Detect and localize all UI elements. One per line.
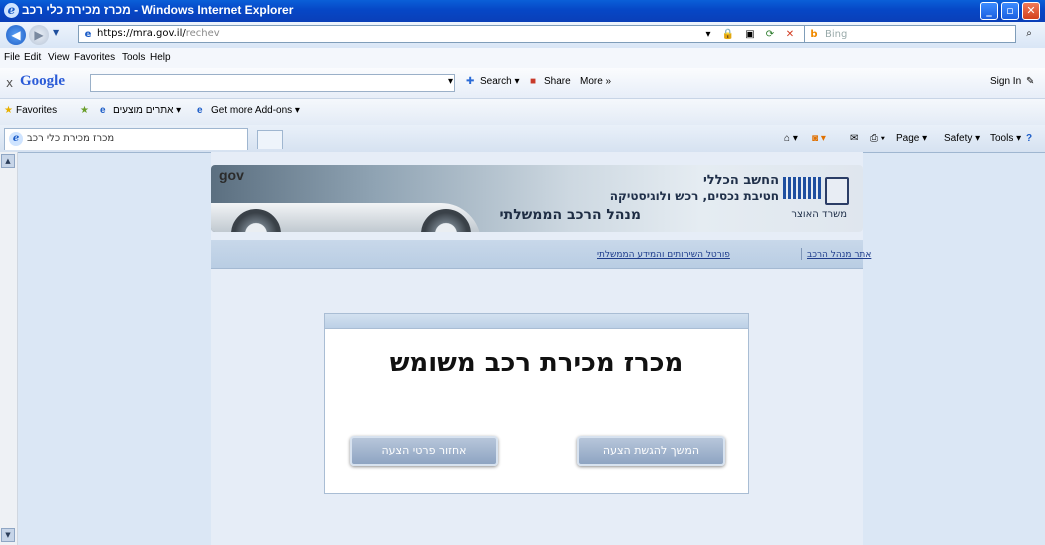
window-titlebar: e מכרז מכירת כלי רכב - Windows Internet … xyxy=(0,0,1045,22)
vehicle-admin-link[interactable]: אתר מנהל הרכב xyxy=(807,250,871,260)
page-icon: e xyxy=(84,29,92,40)
maximize-button[interactable]: ▫ xyxy=(1001,2,1019,20)
compatibility-icon[interactable]: ▣ xyxy=(743,28,757,42)
suggested-sites-link[interactable]: אתרים מוצעים ▾ xyxy=(113,105,181,116)
google-search-icon: ✚ xyxy=(466,76,475,87)
car-image xyxy=(211,189,481,232)
banner-line1: החשב הכללי xyxy=(702,173,779,188)
google-dropdown-icon[interactable]: ▾ xyxy=(448,76,453,87)
search-icon[interactable]: ⌕ xyxy=(1022,27,1036,41)
ie-logo-icon: e xyxy=(4,3,19,18)
links-bar: אתר מנהל הרכב פורטל השירותים והמידע הממש… xyxy=(211,240,871,269)
favorites-button[interactable]: Favorites xyxy=(16,105,57,116)
back-button[interactable]: ◀ xyxy=(6,25,26,45)
get-addons-link[interactable]: Get more Add-ons ▾ xyxy=(211,105,300,116)
window-title: מכרז מכירת כלי רכב - Windows Internet Ex… xyxy=(22,3,294,17)
link-separator xyxy=(801,248,802,260)
refresh-icon[interactable]: ⟳ xyxy=(763,28,777,42)
google-search-input[interactable] xyxy=(90,74,455,92)
ie-site-icon: e xyxy=(100,105,106,116)
google-logo: Google xyxy=(20,73,65,89)
site-banner: gov החשב הכללי חטיבת נכסים, רכש ולוגיסטי… xyxy=(211,165,863,232)
ie-addon-icon: e xyxy=(197,105,203,116)
favorites-star-icon: ★ xyxy=(4,105,13,116)
tab-bar: e מכרז מכירת כלי רכב ⌂ ▾ ◙ ▾ ✉ ⎙ ▾ Page … xyxy=(0,125,1045,153)
add-favorite-icon[interactable]: ★ xyxy=(80,105,89,116)
menu-file[interactable]: File xyxy=(4,52,20,63)
menu-help[interactable]: Help xyxy=(150,52,171,63)
state-emblem-icon xyxy=(825,177,849,205)
help-icon[interactable]: ? xyxy=(1026,133,1032,144)
wrench-icon[interactable]: ✎ xyxy=(1026,76,1034,87)
scroll-down-icon[interactable]: ▼ xyxy=(1,528,15,542)
feeds-icon[interactable]: ◙ ▾ xyxy=(812,133,826,144)
new-tab-button[interactable] xyxy=(257,130,283,149)
banner-line2: חטיבת נכסים, רכש ולוגיסטיקה xyxy=(609,189,779,203)
menu-view[interactable]: View xyxy=(48,52,70,63)
bing-icon: b xyxy=(810,29,818,40)
menu-edit[interactable]: Edit xyxy=(24,52,41,63)
vertical-scrollbar[interactable]: ▲ ▼ xyxy=(0,152,18,545)
search-placeholder: Bing xyxy=(825,29,848,40)
page-title: מכרז מכירת רכב משומש xyxy=(389,348,684,378)
restore-offer-button[interactable]: אחזור פרטי הצעה xyxy=(350,436,498,466)
google-toolbar: x Google ▾ ✚ Search ▾ ■ Share More » Sig… xyxy=(0,68,1045,99)
safety-menu[interactable]: Safety ▾ xyxy=(944,133,980,144)
tab-title: מכרז מכירת כלי רכב xyxy=(27,133,115,144)
minimize-button[interactable]: _ xyxy=(980,2,998,20)
bing-search-input[interactable]: b Bing xyxy=(804,25,1016,43)
stop-icon[interactable]: ✕ xyxy=(783,28,797,42)
forward-button[interactable]: ▶ xyxy=(29,25,49,45)
tab-current[interactable]: e מכרז מכירת כלי רכב xyxy=(4,128,248,150)
menu-bar: File Edit View Favorites Tools Help xyxy=(0,48,1045,69)
home-icon[interactable]: ⌂ ▾ xyxy=(784,133,798,144)
share-icon: ■ xyxy=(530,76,537,87)
close-button[interactable]: ✕ xyxy=(1022,2,1040,20)
google-close-icon[interactable]: x xyxy=(6,76,13,90)
history-dropdown-icon[interactable]: ▼ xyxy=(53,28,59,37)
auction-card: מכרז מכירת רכב משומש המשך להגשת הצעה אחז… xyxy=(324,313,749,494)
tools-menu[interactable]: Tools ▾ xyxy=(990,133,1021,144)
ministry-label: משרד האוצר xyxy=(791,209,847,220)
continue-offer-button[interactable]: המשך להגשת הצעה xyxy=(577,436,725,466)
banner-line3: מנהל הרכב הממשלתי xyxy=(499,207,641,223)
mail-icon[interactable]: ✉ xyxy=(850,133,858,144)
page-menu[interactable]: Page ▾ xyxy=(896,133,927,144)
print-icon[interactable]: ⎙ ▾ xyxy=(870,133,885,144)
address-field[interactable]: e https://mra.gov.il/rechev ▾ 🔒 ▣ ⟳ ✕ xyxy=(78,25,856,43)
address-dropdown-icon[interactable]: ▾ xyxy=(701,28,715,42)
gov-logo: gov xyxy=(219,167,244,183)
google-share-button[interactable]: Share xyxy=(544,76,571,87)
google-more-button[interactable]: More » xyxy=(580,76,611,87)
card-header-strip xyxy=(325,314,748,329)
google-search-button[interactable]: Search ▾ xyxy=(480,76,519,87)
gov-portal-link[interactable]: פורטל השירותים והמידע הממשלתי xyxy=(597,250,730,260)
tab-page-icon: e xyxy=(9,132,23,146)
address-toolbar: ◀ ▶ ▼ e https://mra.gov.il/rechev ▾ 🔒 ▣ … xyxy=(0,22,1045,49)
address-url: https://mra.gov.il/rechev xyxy=(97,28,220,39)
lock-icon[interactable]: 🔒 xyxy=(721,28,735,42)
google-signin-button[interactable]: Sign In xyxy=(990,76,1021,87)
favorites-bar: ★ Favorites ★ e אתרים מוצעים ▾ e Get mor… xyxy=(0,99,1045,125)
menu-tools[interactable]: Tools xyxy=(122,52,145,63)
accountant-general-logo xyxy=(783,177,821,199)
scroll-up-icon[interactable]: ▲ xyxy=(1,154,15,168)
menu-favorites[interactable]: Favorites xyxy=(74,52,115,63)
